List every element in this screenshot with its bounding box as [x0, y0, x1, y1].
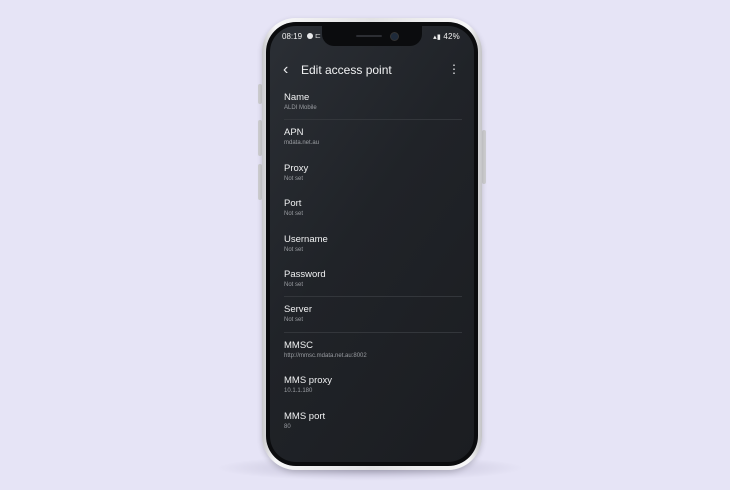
notification-icon: ⊏	[315, 33, 321, 40]
more-options-icon[interactable]: ⋮	[448, 62, 460, 76]
setting-server[interactable]: Server Not set	[270, 296, 474, 339]
setting-value: Not set	[284, 246, 304, 253]
status-bar: 08:19 ⊏ ▴▮ 42%	[282, 32, 460, 44]
setting-label: MMSC	[284, 339, 314, 351]
setting-label: Port	[284, 198, 302, 210]
setting-label: Proxy	[284, 162, 309, 174]
setting-value: mdata.net.au	[284, 140, 320, 147]
access-point-settings-list: Name ALDI Mobile APN mdata.net.au Proxy …	[270, 92, 474, 446]
divider	[284, 296, 462, 298]
setting-label: Name	[284, 92, 310, 103]
setting-label: Username	[284, 233, 328, 245]
power-button	[482, 130, 486, 184]
setting-label: MMS proxy	[284, 375, 333, 387]
setting-name[interactable]: Name ALDI Mobile	[270, 92, 474, 127]
setting-mmsc[interactable]: MMSC http://mmsc.mdata.net.au:8002	[270, 331, 474, 375]
setting-proxy[interactable]: Proxy Not set	[270, 163, 474, 198]
setting-value: Not set	[284, 317, 304, 324]
battery-level: 42%	[443, 32, 460, 41]
back-arrow-icon[interactable]: ‹	[283, 60, 288, 80]
setting-apn[interactable]: APN mdata.net.au	[270, 119, 474, 162]
setting-label: APN	[284, 127, 304, 139]
setting-value: Not set	[284, 175, 304, 182]
divider	[284, 331, 462, 333]
setting-port[interactable]: Port Not set	[270, 198, 474, 233]
app-bar: ‹ Edit access point ⋮	[270, 60, 474, 82]
setting-value: Not set	[284, 211, 304, 218]
status-right: ▴▮ 42%	[433, 32, 460, 41]
setting-value: Not set	[284, 281, 304, 288]
setting-label: Password	[284, 268, 326, 280]
setting-value: 80	[284, 423, 291, 430]
setting-mms-proxy[interactable]: MMS proxy 10.1.1.180	[270, 375, 474, 410]
setting-label: MMS port	[284, 410, 326, 422]
setting-value: 10.1.1.180	[284, 388, 313, 395]
status-time: 08:19	[282, 32, 303, 41]
setting-value: ALDI Mobile	[284, 105, 317, 111]
divider	[284, 119, 462, 121]
setting-label: Server	[284, 304, 312, 316]
setting-mms-port[interactable]: MMS port 80	[270, 411, 474, 446]
setting-password[interactable]: Password Not set	[270, 269, 474, 304]
setting-value: http://mmsc.mdata.net.au:8002	[284, 352, 367, 359]
setting-username[interactable]: Username Not set	[270, 234, 474, 269]
messenger-icon	[307, 33, 313, 39]
page-title: Edit access point	[301, 63, 392, 77]
phone-screen: 08:19 ⊏ ▴▮ 42% ‹ Edit access point ⋮ Nam…	[270, 26, 474, 462]
signal-icon: ▴▮	[433, 34, 441, 41]
